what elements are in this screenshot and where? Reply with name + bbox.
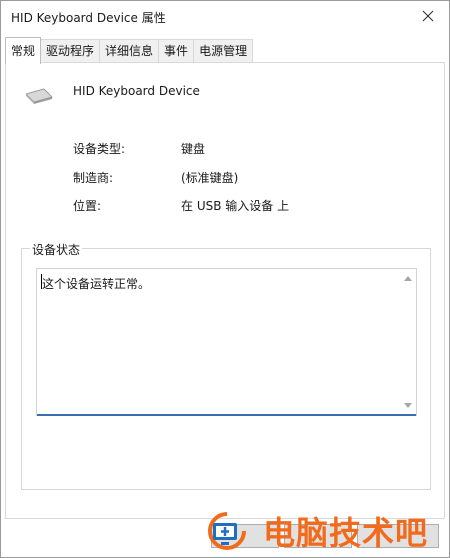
watermark-text: 电脑技术吧: [263, 514, 429, 552]
location-value: 在 USB 输入设备 上: [181, 199, 290, 213]
tab-strip: 常规 驱动程序 详细信息 事件 电源管理: [5, 37, 254, 64]
tab-details[interactable]: 详细信息: [99, 39, 160, 62]
focus-underline: [37, 414, 416, 416]
device-name: HID Keyboard Device: [73, 84, 200, 98]
tab-power-management[interactable]: 电源管理: [193, 39, 254, 62]
scroll-down-arrow-icon[interactable]: [404, 401, 412, 409]
device-status-text: 这个设备运转正常。: [42, 277, 151, 291]
close-button[interactable]: [413, 4, 443, 28]
title-bar: HID Keyboard Device 属性: [1, 1, 449, 33]
device-status-textbox[interactable]: 这个设备运转正常。: [36, 268, 417, 416]
close-icon: [422, 10, 434, 22]
watermark-logo-icon: [208, 512, 246, 550]
window-title: HID Keyboard Device 属性: [11, 11, 166, 25]
device-type-label: 设备类型:: [73, 142, 126, 156]
properties-dialog: HID Keyboard Device 属性 常规 驱动程序 详细信息 事件 电…: [0, 0, 450, 558]
location-label: 位置:: [73, 199, 102, 213]
device-status-title: 设备状态: [30, 241, 83, 258]
manufacturer-value: (标准键盘): [181, 171, 239, 185]
manufacturer-label: 制造商:: [73, 171, 114, 185]
tab-events[interactable]: 事件: [158, 39, 195, 62]
tab-driver[interactable]: 驱动程序: [40, 39, 101, 62]
watermark: 电脑技术吧: [207, 506, 450, 554]
scroll-up-arrow-icon[interactable]: [404, 275, 412, 283]
device-status-group: 设备状态 这个设备运转正常。: [21, 241, 431, 490]
tab-general[interactable]: 常规: [5, 37, 42, 64]
general-tab-panel: HID Keyboard Device 设备类型: 键盘 制造商: (标准键盘)…: [5, 62, 445, 519]
device-type-value: 键盘: [181, 142, 206, 156]
status-scrollbar[interactable]: [400, 269, 416, 415]
keyboard-icon: [25, 88, 53, 104]
